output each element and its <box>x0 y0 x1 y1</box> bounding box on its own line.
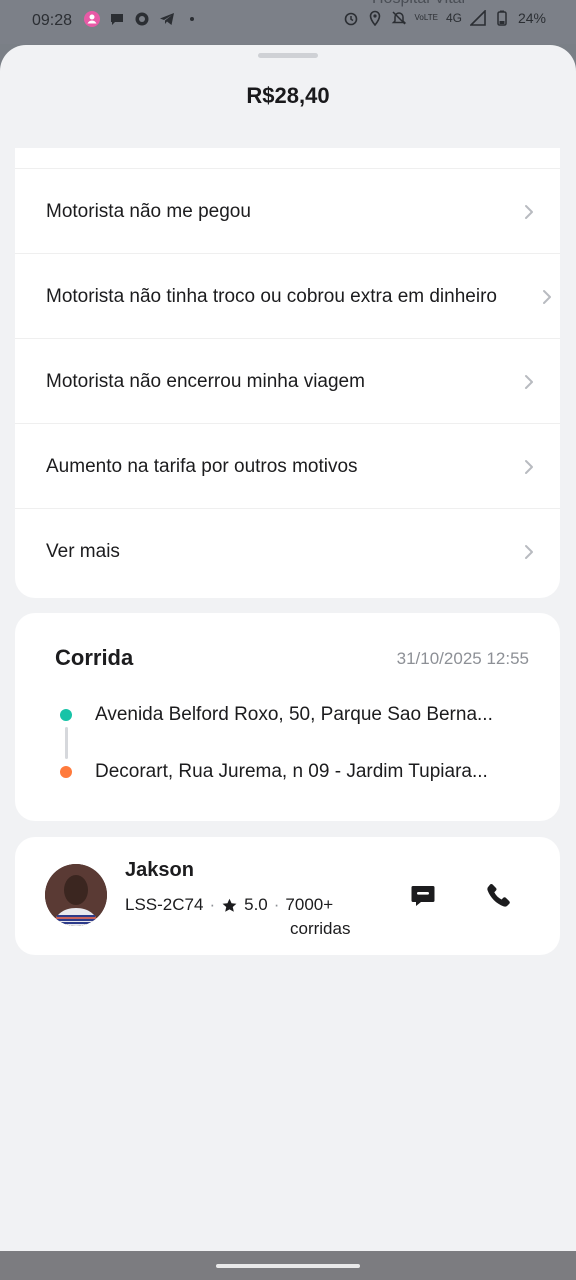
battery-percent: 24% <box>517 10 546 26</box>
system-icons: VoLTE 4G 24% <box>343 10 546 26</box>
driver-card: Jakson LSS-2C74 · 5.0 · 7000+ corridas <box>15 837 560 955</box>
chevron-right-icon <box>525 545 533 559</box>
issue-label: Motorista não me pegou <box>46 201 251 222</box>
profile-notification-icon <box>84 11 100 27</box>
driver-meta: LSS-2C74 · 5.0 · 7000+ <box>125 895 333 915</box>
fare-price: R$28,40 <box>246 83 330 108</box>
driver-avatar <box>45 864 107 926</box>
map-label-behind: Hospital Vital <box>372 0 465 8</box>
mute-icon <box>391 11 406 25</box>
call-driver-button[interactable] <box>485 881 513 909</box>
more-notifications-icon <box>190 17 194 21</box>
status-time: 09:28 <box>32 12 73 29</box>
issue-item-see-more[interactable]: Ver mais <box>15 508 560 593</box>
driver-rides-count: 7000+ <box>285 895 334 914</box>
origin-dot-icon <box>60 709 72 721</box>
ride-title: Corrida <box>55 645 134 670</box>
vehicle-plate: LSS-2C74 <box>125 895 204 914</box>
issue-label: Motorista não tinha troco ou cobrou extr… <box>46 286 497 307</box>
issue-label: Motorista não encerrou minha viagem <box>46 371 365 392</box>
network-type-label: 4G <box>445 11 462 25</box>
message-driver-button[interactable] <box>409 881 437 909</box>
status-bar: Hospital Vital 09:28 VoLTE 4G 24% <box>0 0 576 44</box>
chevron-right-icon <box>525 375 533 389</box>
issue-item-driver-no-pickup[interactable]: Motorista não me pegou <box>15 168 560 253</box>
telegram-notification-icon <box>160 13 174 25</box>
origin-address: Avenida Belford Roxo, 50, Parque Sao Ber… <box>95 704 493 725</box>
destination-address: Decorart, Rua Jurema, n 09 - Jardim Tupi… <box>95 761 488 782</box>
ride-datetime: 31/10/2025 12:55 <box>396 649 529 668</box>
location-icon <box>369 10 380 26</box>
alarm-icon <box>344 12 357 26</box>
driver-name: Jakson <box>125 859 194 881</box>
chevron-right-icon <box>525 460 533 474</box>
chevron-right-icon <box>525 205 533 219</box>
star-icon <box>222 898 237 912</box>
issue-label: Ver mais <box>46 541 120 562</box>
driver-rating: 5.0 <box>244 895 268 914</box>
route-connector <box>65 727 68 759</box>
driver-rides-label: corridas <box>290 919 351 938</box>
bottom-sheet: R$28,40 Motorista não me pegou Motorista… <box>0 45 576 1251</box>
issue-label: Aumento na tarifa por outros motivos <box>46 456 358 477</box>
android-notification-icon <box>135 12 149 26</box>
battery-icon <box>497 10 507 26</box>
destination-dot-icon <box>60 766 72 778</box>
chat-notification-icon <box>111 14 123 25</box>
home-gesture-handle[interactable] <box>216 1264 360 1268</box>
signal-icon <box>469 10 486 26</box>
issue-item-change-extra-cash[interactable]: Motorista não tinha troco ou cobrou extr… <box>15 253 560 338</box>
issues-card: Motorista não me pegou Motorista não tin… <box>15 148 560 598</box>
issue-item-trip-not-ended[interactable]: Motorista não encerrou minha viagem <box>15 338 560 423</box>
chevron-right-icon <box>543 290 551 304</box>
system-nav-bar <box>0 1251 576 1280</box>
notification-icons <box>84 11 200 27</box>
volte-label: VoLTE <box>414 13 438 22</box>
ride-card: Corrida 31/10/2025 12:55 Avenida Belford… <box>15 613 560 821</box>
driver-photo-icon <box>45 864 107 926</box>
drag-handle[interactable] <box>258 53 318 58</box>
separator-dot: · <box>273 895 280 914</box>
issue-item-fare-increase[interactable]: Aumento na tarifa por outros motivos <box>15 423 560 508</box>
separator-dot: · <box>209 895 216 914</box>
